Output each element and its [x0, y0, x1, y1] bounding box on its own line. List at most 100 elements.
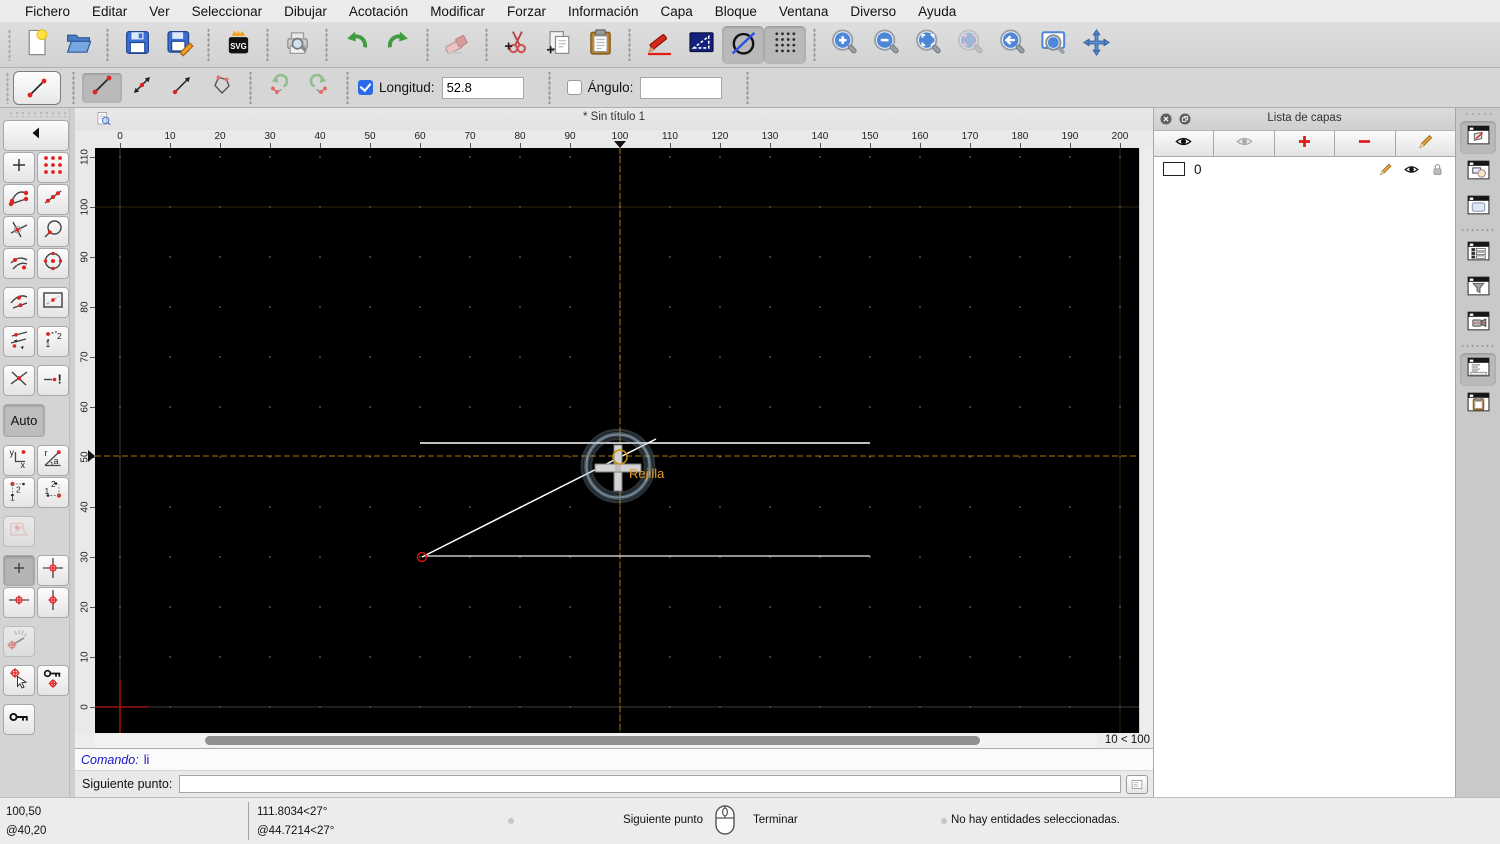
angle-input[interactable] — [640, 76, 723, 99]
auto-snap-button[interactable]: Auto — [3, 404, 45, 437]
hide-all-layers-button[interactable] — [1214, 131, 1275, 156]
crosshair-full-button[interactable] — [37, 555, 69, 586]
clipboard-dock-toggle[interactable] — [1460, 388, 1496, 421]
menu-informacin[interactable]: Información — [557, 4, 650, 19]
snap-sequence-button[interactable]: 21 — [37, 326, 69, 357]
menu-forzar[interactable]: Forzar — [496, 4, 557, 19]
zoom-out-button[interactable] — [865, 26, 907, 64]
block-list-dock-toggle[interactable] — [1460, 156, 1496, 189]
redo-segment-button[interactable] — [299, 73, 339, 103]
snap-grid-button[interactable] — [37, 152, 69, 183]
delete-entities-button[interactable] — [436, 26, 478, 64]
lock-relative-zero-button[interactable] — [37, 665, 69, 696]
reference-point-b-button[interactable]: 21 — [37, 477, 69, 508]
horizontal-scrollbar-thumb[interactable] — [205, 736, 980, 745]
command-line-dock-toggle[interactable] — [1460, 353, 1496, 386]
snap-selection-button[interactable] — [3, 516, 35, 547]
drawing-window-titlebar[interactable]: * Sin título 1 — [75, 108, 1153, 130]
pan-button[interactable] — [1075, 26, 1117, 64]
entity-list-dock-toggle[interactable] — [1460, 237, 1496, 270]
menu-fichero[interactable]: Fichero — [14, 4, 81, 19]
redo-button[interactable] — [377, 26, 419, 64]
lock-zero-button[interactable] — [3, 704, 35, 735]
cut-button[interactable] — [495, 26, 537, 64]
coordinate-cartesian-button[interactable]: yx — [3, 445, 35, 476]
back-button[interactable] — [3, 120, 69, 151]
save-as-button[interactable] — [158, 26, 200, 64]
restrict-orthogonal-button[interactable] — [3, 326, 35, 357]
save-button[interactable] — [116, 26, 158, 64]
menu-ver[interactable]: Ver — [138, 4, 180, 19]
set-relative-zero-button[interactable] — [3, 665, 35, 696]
snap-distance-button[interactable] — [37, 287, 69, 318]
length-checkbox[interactable] — [358, 80, 373, 95]
menu-modificar[interactable]: Modificar — [419, 4, 496, 19]
copy-button[interactable] — [537, 26, 579, 64]
menu-ventana[interactable]: Ventana — [768, 4, 840, 19]
menu-seleccionar[interactable]: Seleccionar — [181, 4, 274, 19]
layer-lock-icon[interactable] — [1429, 161, 1446, 178]
pen-attributes-button[interactable] — [638, 26, 680, 64]
open-file-button[interactable] — [57, 26, 99, 64]
selection-mode-button[interactable] — [680, 26, 722, 64]
draft-mode-button[interactable] — [722, 25, 764, 64]
print-preview-button[interactable] — [276, 26, 318, 64]
snap-middle-button[interactable] — [3, 287, 35, 318]
snap-free-button[interactable] — [3, 152, 35, 183]
export-svg-button[interactable]: SVG — [217, 26, 259, 64]
zoom-selected-button[interactable] — [949, 26, 991, 64]
line-ray-button[interactable] — [162, 73, 202, 103]
command-input[interactable] — [179, 775, 1121, 793]
grid-toggle-button[interactable] — [764, 25, 806, 64]
crosshair-off-button[interactable] — [3, 555, 35, 586]
menu-ayuda[interactable]: Ayuda — [907, 4, 967, 19]
angle-gauge-button[interactable] — [3, 626, 35, 657]
selection-filter-dock-toggle[interactable] — [1460, 272, 1496, 305]
vertical-scrollbar[interactable] — [1139, 148, 1153, 733]
show-all-layers-button[interactable] — [1154, 131, 1215, 156]
crosshair-vertical-button[interactable] — [37, 587, 69, 618]
edit-layer-button[interactable] — [1395, 131, 1456, 156]
snap-perpendicular-button[interactable] — [3, 248, 35, 279]
reference-point-a-button[interactable]: 21 — [3, 477, 35, 508]
drawing-canvas[interactable]: Rejilla — [95, 148, 1139, 733]
undo-segment-button[interactable] — [259, 73, 299, 103]
snap-point-on-circle-button[interactable] — [37, 216, 69, 247]
new-file-button[interactable] — [15, 26, 57, 64]
layer-edit-pencil-icon[interactable] — [1377, 161, 1394, 178]
zoom-in-button[interactable] — [823, 26, 865, 64]
snap-endpoint-button[interactable] — [3, 184, 35, 215]
length-input[interactable] — [441, 76, 524, 99]
command-options-button[interactable] — [1126, 774, 1148, 794]
layer-visibility-eye-icon[interactable] — [1403, 161, 1420, 178]
line-angle-button[interactable] — [122, 73, 162, 103]
zoom-window-button[interactable] — [1033, 26, 1075, 64]
snap-intersection-button[interactable] — [3, 216, 35, 247]
undo-button[interactable] — [335, 26, 377, 64]
paste-button[interactable] — [579, 26, 621, 64]
line-two-points-button[interactable] — [82, 72, 122, 103]
menu-acotacin[interactable]: Acotación — [338, 4, 419, 19]
add-layer-button[interactable] — [1274, 131, 1336, 156]
remove-layer-button[interactable] — [1335, 131, 1396, 156]
library-browser-dock-toggle[interactable] — [1460, 191, 1496, 224]
menu-dibujar[interactable]: Dibujar — [273, 4, 338, 19]
coordinate-polar-button[interactable]: ra — [37, 445, 69, 476]
layer-row[interactable]: 0 — [1154, 157, 1455, 181]
pen-palette-dock-toggle[interactable] — [1460, 307, 1496, 340]
zoom-previous-button[interactable] — [991, 26, 1033, 64]
menu-editar[interactable]: Editar — [81, 4, 138, 19]
horizontal-scrollbar[interactable] — [95, 733, 1097, 748]
layer-list-dock-toggle[interactable] — [1460, 121, 1496, 154]
menu-capa[interactable]: Capa — [650, 4, 704, 19]
snap-on-entity-button[interactable] — [37, 184, 69, 215]
zoom-auto-button[interactable] — [907, 26, 949, 64]
crosshair-horizontal-button[interactable] — [3, 587, 35, 618]
menu-diverso[interactable]: Diverso — [839, 4, 907, 19]
snap-intersection-manual-button[interactable] — [3, 365, 35, 396]
polyline-button[interactable] — [202, 73, 242, 103]
snap-exclusive-button[interactable]: ! — [37, 365, 69, 396]
menu-bloque[interactable]: Bloque — [704, 4, 768, 19]
snap-center-button[interactable] — [37, 248, 69, 279]
angle-checkbox[interactable] — [566, 80, 582, 95]
